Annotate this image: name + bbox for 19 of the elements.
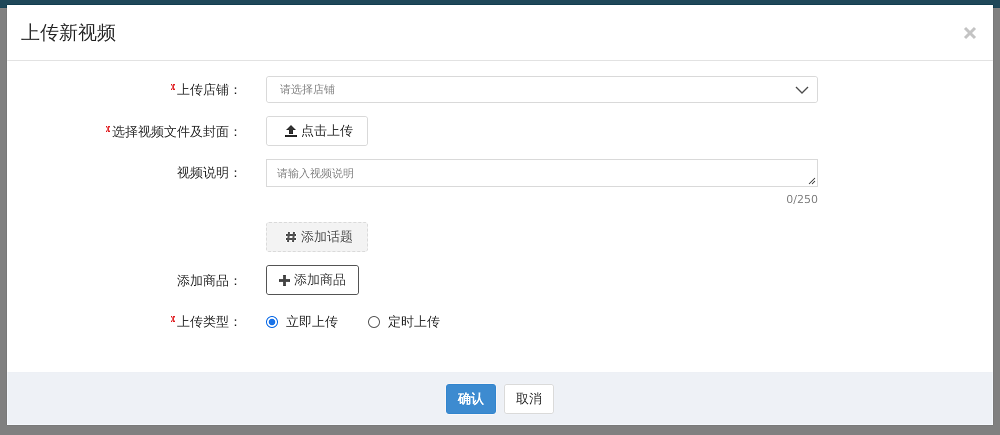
- hash-icon: [285, 231, 297, 243]
- character-count: 0/250: [785, 193, 818, 206]
- add-topic-button[interactable]: 添加话题: [266, 222, 368, 252]
- cancel-button[interactable]: 取消: [504, 384, 554, 414]
- radio-option[interactable]: 立即上传: [266, 313, 338, 331]
- field-label: 视频说明：: [177, 165, 242, 182]
- dialog-title: 上传新视频: [21, 20, 116, 46]
- close-icon[interactable]: [963, 26, 977, 40]
- radio-option[interactable]: 定时上传: [368, 313, 440, 331]
- field-label: 添加商品：: [177, 273, 242, 290]
- chevron-down-icon: [795, 86, 809, 94]
- add-product-button[interactable]: 添加商品: [266, 265, 359, 295]
- description-field[interactable]: 请输入视频说明: [266, 159, 818, 187]
- plus-icon: [279, 274, 290, 286]
- resize-handle-icon: [808, 177, 816, 185]
- shop-select[interactable]: 请选择店铺: [266, 76, 818, 103]
- confirm-button[interactable]: 确认: [446, 384, 496, 414]
- upload-button[interactable]: 点击上传: [266, 116, 368, 146]
- upload-icon: [285, 125, 297, 137]
